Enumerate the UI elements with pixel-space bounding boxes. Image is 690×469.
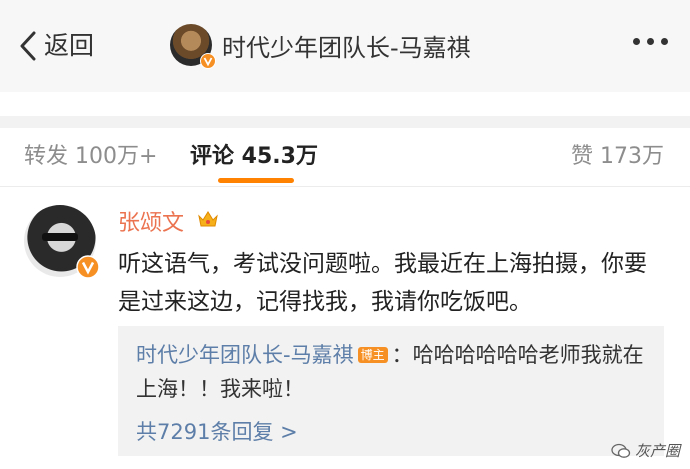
comment-author[interactable]: 张颂文 [118, 205, 184, 237]
wechat-icon [611, 443, 631, 458]
top-nav-bar: 返回 时代少年团队长-马嘉祺 [0, 0, 690, 92]
reply-preview[interactable]: 时代少年团队长-马嘉祺 博主 ：哈哈哈哈哈哈老师我就在上海！！我来啦！ 共7291条… [118, 326, 664, 456]
interaction-tabs: 转发 100万+ 评论 45.3万 赞 173万 [0, 128, 690, 187]
nav-title-group[interactable]: 时代少年团队长-马嘉祺 [170, 24, 471, 69]
comment-text: 听这语气，考试没问题啦。我最近在上海拍摄，你要是过来这边，记得找我，我请你吃饭吧… [118, 251, 647, 315]
watermark-text: 灰产圈 [634, 442, 680, 460]
more-dot [633, 38, 640, 45]
verified-v-icon [200, 53, 216, 69]
active-tab-indicator [218, 178, 294, 183]
avatar[interactable] [170, 24, 216, 69]
tab-comment[interactable]: 评论 45.3万 [190, 138, 318, 170]
page-title: 时代少年团队长-马嘉祺 [222, 33, 471, 62]
more-dot [661, 38, 668, 45]
tab-like[interactable]: 赞 173万 [571, 138, 664, 170]
watermark: 灰产圈 [611, 440, 680, 461]
view-replies-link[interactable]: 共7291条回复 > [136, 416, 298, 446]
avatar[interactable] [24, 205, 100, 279]
tab-repost[interactable]: 转发 100万+ [24, 138, 157, 170]
comment-item: 张颂文 听这语气，考试没问题啦。我最近在上海拍摄，你要是过来这边，记得找我，我请… [0, 187, 690, 469]
reply-author[interactable]: 时代少年团队长-马嘉祺 [136, 343, 354, 367]
section-divider [0, 116, 690, 128]
back-label: 返回 [44, 31, 95, 60]
avatar-glasses [42, 233, 78, 241]
back-button[interactable]: 返回 [18, 28, 94, 64]
more-dots-icon[interactable] [633, 38, 668, 45]
content-strip [0, 92, 690, 118]
chevron-left-icon [20, 31, 36, 61]
crown-icon [198, 211, 218, 227]
blogger-badge: 博主 [357, 347, 388, 363]
verified-v-icon [76, 255, 100, 279]
reply-line: 时代少年团队长-马嘉祺 博主 ：哈哈哈哈哈哈老师我就在上海！！我来啦！ [136, 338, 656, 406]
more-dot [647, 38, 654, 45]
